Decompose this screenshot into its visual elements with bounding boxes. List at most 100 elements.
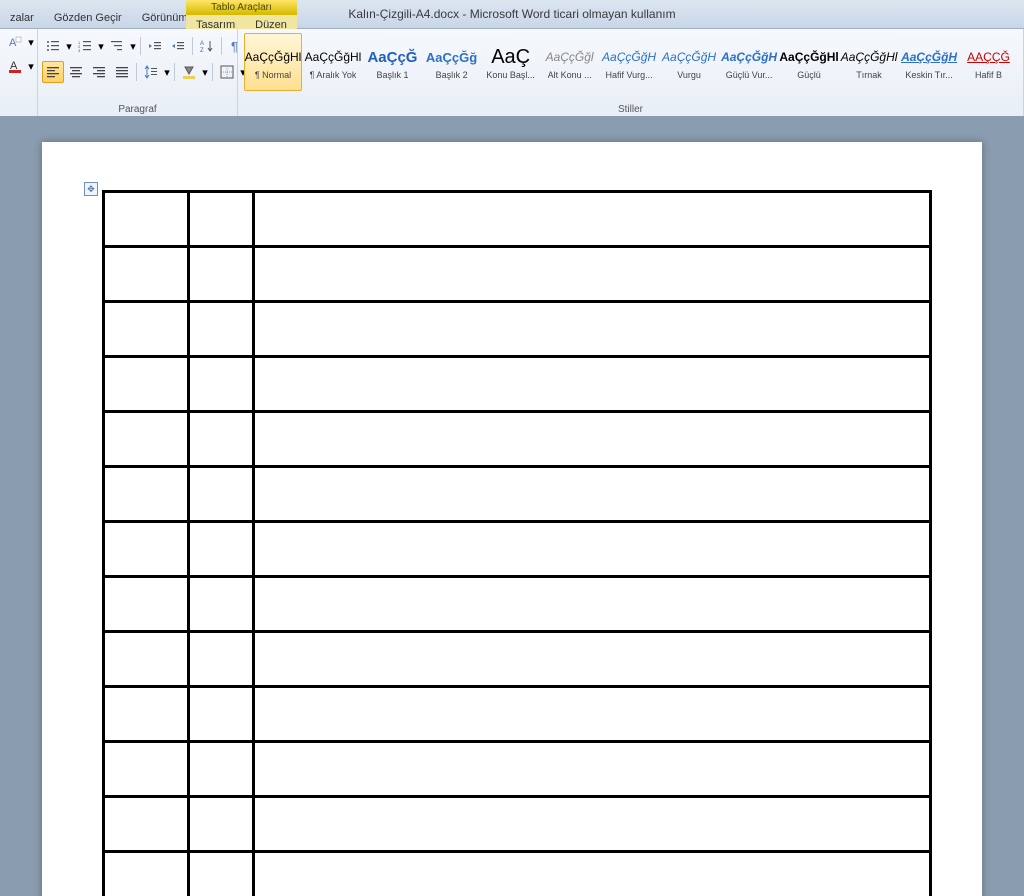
align-center-button[interactable] [65,61,87,83]
style-name-label: Başlık 2 [436,70,468,80]
table-cell[interactable] [254,852,931,896]
shading-button[interactable] [178,61,200,83]
font-color-button[interactable]: A [4,55,26,77]
document-workspace[interactable]: ✥ [0,116,1024,896]
table-cell[interactable] [189,797,254,852]
svg-text:A: A [200,41,204,47]
table-cell[interactable] [189,247,254,302]
style-item-g--l-[interactable]: AaÇçĞğHlGüçlü [780,33,838,91]
style-item-konu-ba-l---[interactable]: AaÇKonu Başl... [482,33,539,91]
table-row[interactable] [104,192,931,247]
justify-button[interactable] [111,61,133,83]
table-cell[interactable] [104,632,189,687]
table-row[interactable] [104,302,931,357]
table-cell[interactable] [189,467,254,522]
table-cell[interactable] [104,797,189,852]
table-cell[interactable] [189,302,254,357]
table-cell[interactable] [104,852,189,896]
table-cell[interactable] [104,412,189,467]
style-item-g--l--vur---[interactable]: AaÇçĞğHGüçlü Vur... [720,33,778,91]
styles-gallery[interactable]: AaÇçĞğHl¶ NormalAaÇçĞğHl¶ Aralık YokAaÇç… [242,31,1019,93]
table-row[interactable] [104,742,931,797]
dropdown-icon[interactable]: ▾ [163,62,171,82]
style-item-alt-konu----[interactable]: AaÇçĞğlAlt Konu ... [541,33,598,91]
table-cell[interactable] [189,522,254,577]
table-row[interactable] [104,797,931,852]
decrease-indent-button[interactable] [144,35,166,57]
sort-button[interactable]: AZ [196,35,218,57]
style-item-hafif-vurg---[interactable]: AaÇçĞğHHafif Vurg... [600,33,658,91]
table-cell[interactable] [104,192,189,247]
table-cell[interactable] [189,742,254,797]
separator [221,37,222,55]
table-cell[interactable] [254,467,931,522]
style-item-ba-l-k-1[interactable]: AaÇçĞBaşlık 1 [364,33,421,91]
table-row[interactable] [104,412,931,467]
table-cell[interactable] [104,467,189,522]
document-page[interactable]: ✥ [42,142,982,896]
style-name-label: Alt Konu ... [548,70,592,80]
table-cell[interactable] [254,357,931,412]
dropdown-icon[interactable]: ▾ [129,36,137,56]
style-item-ba-l-k-2[interactable]: AaÇçĞğBaşlık 2 [423,33,480,91]
table-cell[interactable] [254,302,931,357]
table-row[interactable] [104,632,931,687]
dropdown-icon[interactable]: ▾ [97,36,105,56]
style-item---aral-k-yok[interactable]: AaÇçĞğHl¶ Aralık Yok [304,33,362,91]
table-move-handle-icon[interactable]: ✥ [84,182,98,196]
borders-button[interactable] [216,61,238,83]
table-cell[interactable] [254,742,931,797]
table-row[interactable] [104,852,931,896]
menu-tab[interactable]: zalar [0,8,44,28]
table-cell[interactable] [254,577,931,632]
table-cell[interactable] [254,412,931,467]
dropdown-icon[interactable]: ▾ [27,32,35,52]
dropdown-icon[interactable]: ▾ [65,36,73,56]
dropdown-icon[interactable]: ▾ [27,56,35,76]
line-spacing-button[interactable] [140,61,162,83]
align-left-button[interactable] [42,61,64,83]
menu-tab[interactable]: Gözden Geçir [44,8,132,28]
table-cell[interactable] [189,192,254,247]
table-cell[interactable] [254,247,931,302]
style-item-vurgu[interactable]: AaÇçĞğHVurgu [660,33,718,91]
table-cell[interactable] [254,522,931,577]
table-row[interactable] [104,357,931,412]
table-cell[interactable] [104,522,189,577]
table-cell[interactable] [189,412,254,467]
table-row[interactable] [104,687,931,742]
table-row[interactable] [104,247,931,302]
style-item-keskin-t-r---[interactable]: AaÇçĞğHKeskin Tır... [900,33,958,91]
table-cell[interactable] [254,797,931,852]
style-item-hafif-b[interactable]: AAÇÇĞHafif B [960,33,1017,91]
multilevel-list-button[interactable] [106,35,128,57]
table-cell[interactable] [254,192,931,247]
table-row[interactable] [104,467,931,522]
table-cell[interactable] [254,632,931,687]
table-cell[interactable] [104,357,189,412]
numbering-button[interactable]: 123 [74,35,96,57]
clear-formatting-button[interactable]: A [4,31,26,53]
style-item---normal[interactable]: AaÇçĞğHl¶ Normal [244,33,302,91]
table-cell[interactable] [189,852,254,896]
table-cell[interactable] [104,302,189,357]
table-cell[interactable] [189,577,254,632]
align-right-button[interactable] [88,61,110,83]
table-cell[interactable] [104,577,189,632]
table-cell[interactable] [189,357,254,412]
table-cell[interactable] [104,247,189,302]
group-label-paragraph: Paragraf [42,102,233,117]
table-cell[interactable] [254,687,931,742]
table-cell[interactable] [189,632,254,687]
separator [140,37,141,55]
style-item-t-rnak[interactable]: AaÇçĞğHlTırnak [840,33,898,91]
bullets-button[interactable] [42,35,64,57]
table-cell[interactable] [189,687,254,742]
table-row[interactable] [104,577,931,632]
table-cell[interactable] [104,742,189,797]
table-cell[interactable] [104,687,189,742]
dropdown-icon[interactable]: ▾ [201,62,209,82]
table-row[interactable] [104,522,931,577]
increase-indent-button[interactable] [167,35,189,57]
document-table[interactable] [102,190,932,896]
